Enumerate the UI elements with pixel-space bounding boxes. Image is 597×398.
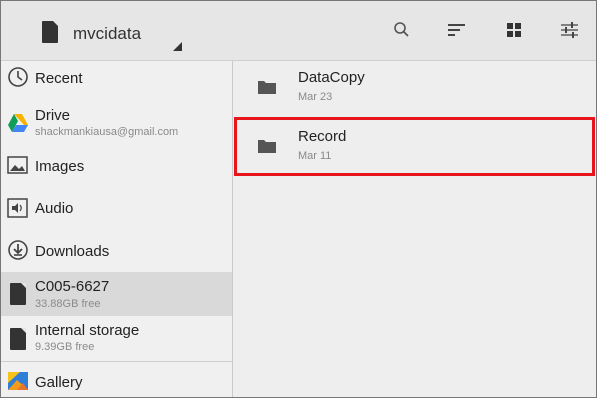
- dropdown-caret-icon: [173, 42, 182, 51]
- sidebar-item-images[interactable]: Images: [1, 145, 232, 187]
- sidebar-item-c005-6627[interactable]: C005-6627 33.88GB free: [1, 272, 232, 316]
- sidebar-item-label: Downloads: [35, 243, 110, 260]
- image-icon: [7, 156, 28, 174]
- folder-row-record[interactable]: Record Mar 11: [233, 120, 596, 176]
- sidebar: Recent Drive shackmankiausa@gmail.com Im…: [1, 61, 233, 397]
- sidebar-item-label: Drive: [35, 107, 71, 124]
- toolbar: mvcidata: [1, 1, 596, 61]
- download-icon: [8, 240, 28, 260]
- sidebar-item-label: Audio: [35, 200, 74, 217]
- folder-date: Mar 11: [298, 150, 332, 162]
- root-dropdown[interactable]: mvcidata: [23, 13, 193, 53]
- settings-button[interactable]: [559, 20, 581, 42]
- clock-icon: [8, 67, 28, 87]
- folder-name: DataCopy: [298, 69, 365, 86]
- grid-view-button[interactable]: [504, 20, 526, 42]
- folder-icon: [258, 81, 276, 94]
- sidebar-item-label: Recent: [35, 70, 83, 87]
- sd-card-icon: [42, 21, 58, 43]
- folder-date: Mar 23: [298, 91, 333, 103]
- search-button[interactable]: [392, 20, 414, 42]
- account-email: shackmankiausa@gmail.com: [35, 126, 179, 138]
- audio-icon: [7, 198, 28, 218]
- sidebar-item-audio[interactable]: Audio: [1, 187, 232, 230]
- folder-name: Record: [298, 128, 347, 145]
- root-title: mvcidata: [73, 24, 142, 43]
- sidebar-item-downloads[interactable]: Downloads: [1, 230, 232, 272]
- sidebar-item-internal-storage[interactable]: Internal storage 9.39GB free: [1, 316, 232, 361]
- sidebar-item-drive[interactable]: Drive shackmankiausa@gmail.com: [1, 101, 232, 145]
- file-list: DataCopy Mar 23 Record Mar 11: [233, 61, 596, 397]
- gallery-icon: [8, 372, 28, 390]
- sort-button[interactable]: [446, 20, 468, 42]
- google-drive-icon: [8, 114, 28, 132]
- sd-card-icon: [10, 328, 26, 350]
- search-icon: [394, 22, 409, 37]
- sidebar-item-gallery[interactable]: Gallery: [1, 362, 232, 397]
- sort-icon: [448, 24, 465, 36]
- sidebar-item-label: C005-6627: [35, 278, 110, 295]
- sidebar-item-label: Images: [35, 158, 85, 175]
- sidebar-item-label: Gallery: [35, 374, 83, 391]
- folder-icon: [258, 140, 276, 153]
- file-manager-window: mvcidata Recent Drive shackmankiausa@gma…: [0, 0, 597, 398]
- sidebar-item-recent[interactable]: Recent: [1, 61, 232, 101]
- storage-free: 33.88GB free: [35, 298, 101, 310]
- grid-view-icon: [507, 23, 521, 37]
- storage-free: 9.39GB free: [35, 341, 95, 353]
- sidebar-item-label: Internal storage: [35, 322, 140, 339]
- settings-sliders-icon: [561, 22, 578, 38]
- folder-row-datacopy[interactable]: DataCopy Mar 23: [233, 61, 596, 117]
- sd-card-icon: [10, 283, 26, 305]
